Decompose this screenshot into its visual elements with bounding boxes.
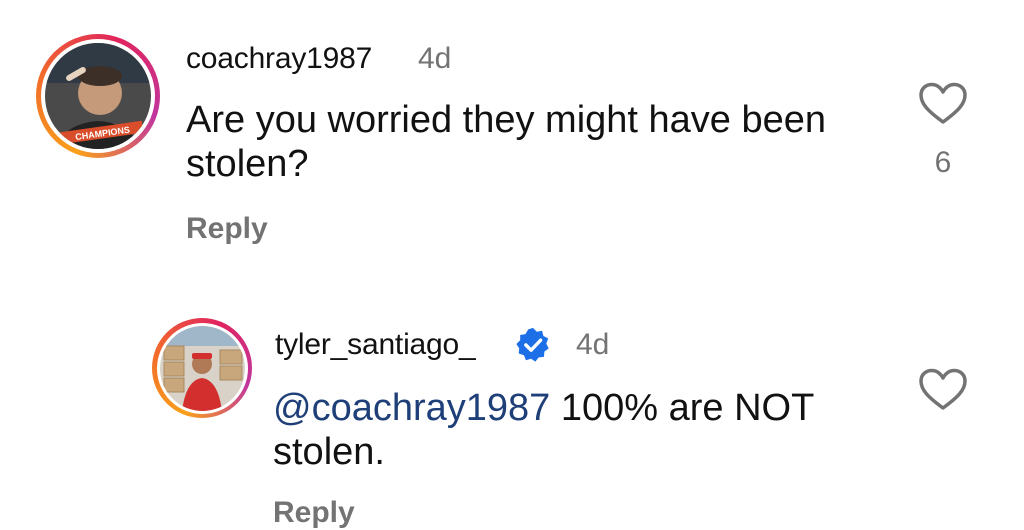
comment-text-line: @coachray1987 100% are NOT <box>273 386 893 430</box>
comment-text: @coachray1987 100% are NOT stolen. <box>273 386 893 475</box>
comment-text-line: stolen. <box>273 431 385 474</box>
mention-link[interactable]: @coachray1987 <box>273 387 550 429</box>
like-count: 6 <box>934 146 952 179</box>
reply-comment-item: tyler_santiago_ 4d @coachray1987 100% ar… <box>0 300 1024 529</box>
verified-badge-icon <box>516 327 549 362</box>
comment-item: CHAMPIONS coachray1987 4d Are you worrie… <box>0 0 1024 260</box>
comment-text: Are you worried they might have been sto… <box>186 98 886 187</box>
avatar[interactable] <box>152 318 252 418</box>
user-avatar-icon <box>159 325 245 411</box>
comment-text-line: Are you worried they might have been <box>186 99 827 141</box>
heart-icon[interactable] <box>918 368 968 412</box>
comment-username[interactable]: coachray1987 <box>186 42 372 76</box>
avatar[interactable]: CHAMPIONS <box>36 34 160 158</box>
comment-username[interactable]: tyler_santiago_ <box>275 328 476 362</box>
heart-icon[interactable] <box>918 82 968 126</box>
comment-timestamp: 4d <box>418 42 452 75</box>
reply-button[interactable]: Reply <box>186 212 268 246</box>
reply-button[interactable]: Reply <box>273 496 355 530</box>
comment-timestamp: 4d <box>576 328 610 361</box>
comment-text-span: 100% are NOT <box>550 387 815 429</box>
user-avatar-icon: CHAMPIONS <box>45 43 151 149</box>
comment-text-line: stolen? <box>186 143 309 186</box>
